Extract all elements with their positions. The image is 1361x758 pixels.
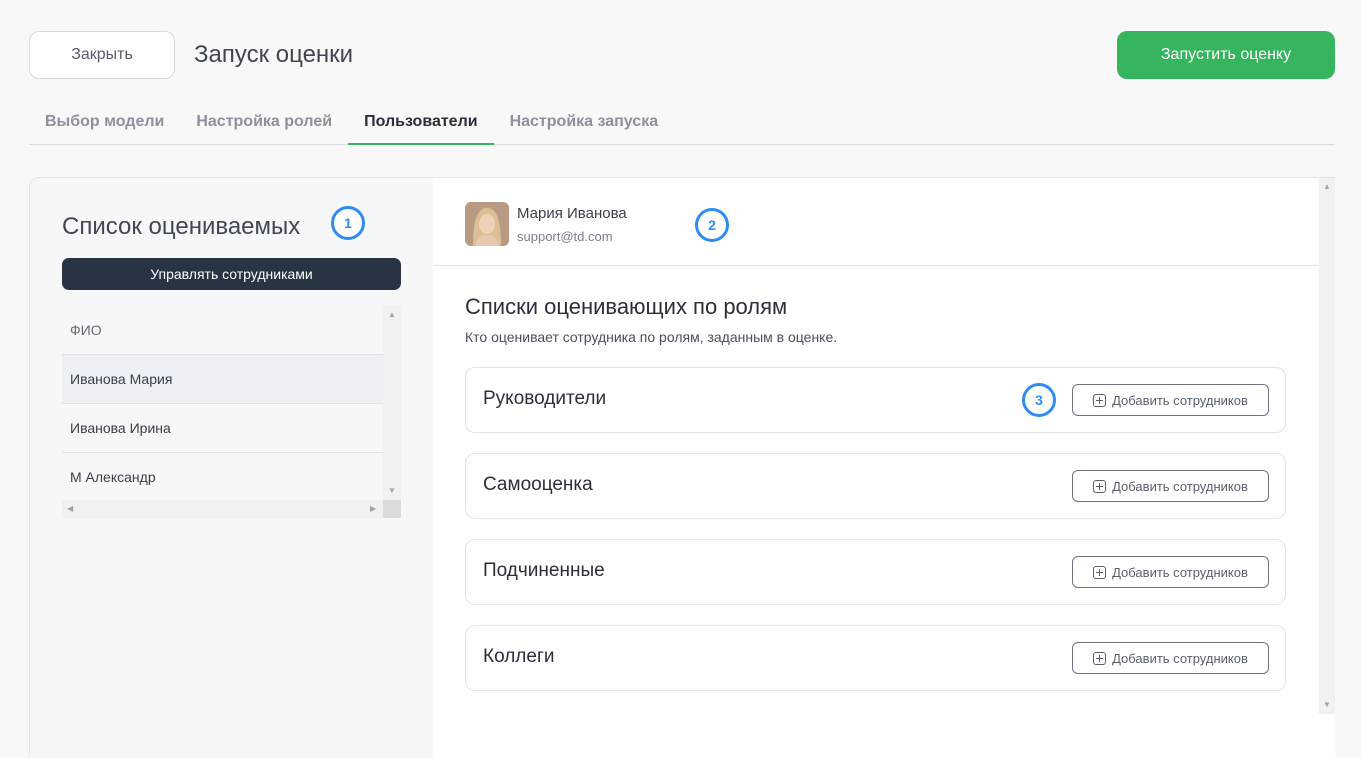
add-employees-label: Добавить сотрудников [1112, 650, 1248, 666]
list-item[interactable]: М Александр [62, 453, 383, 500]
evaluated-list-panel: Список оцениваемых 1 Управлять сотрудник… [29, 177, 433, 758]
add-employees-label: Добавить сотрудников [1112, 564, 1248, 580]
add-employees-label: Добавить сотрудников [1112, 392, 1248, 408]
close-button[interactable]: Закрыть [29, 31, 175, 79]
role-name: Руководители [483, 388, 607, 409]
add-employees-button[interactable]: Добавить сотрудников [1072, 384, 1269, 416]
tab-role-settings[interactable]: Настройка ролей [180, 100, 348, 145]
plus-icon [1093, 479, 1107, 493]
user-email: support@td.com [517, 229, 613, 244]
evaluated-list-title: Список оцениваемых [62, 213, 301, 240]
scroll-down-icon[interactable]: ▼ [388, 486, 396, 496]
column-header-fio: ФИО [62, 306, 383, 355]
plus-icon [1093, 393, 1107, 407]
add-employees-label: Добавить сотрудников [1112, 478, 1248, 494]
evaluated-list: ФИО Иванова Мария Иванова Ирина М Алекса… [62, 306, 401, 518]
tab-launch-settings[interactable]: Настройка запуска [494, 100, 675, 145]
list-item[interactable]: Иванова Мария [62, 355, 383, 404]
role-name: Коллеги [483, 646, 555, 667]
scroll-left-icon[interactable]: ◀ [67, 504, 73, 514]
manage-employees-button[interactable]: Управлять сотрудниками [62, 258, 401, 290]
list-item[interactable]: Иванова Ирина [62, 404, 383, 453]
user-name: Мария Иванова [517, 205, 627, 222]
role-name: Самооценка [483, 474, 593, 495]
scroll-right-icon[interactable]: ▶ [370, 504, 376, 514]
section-subtitle: Кто оценивает сотрудника по ролям, задан… [465, 329, 838, 345]
selected-user-header: Мария Иванова support@td.com 2 [433, 178, 1319, 266]
list-vertical-scrollbar[interactable]: ▲ ▼ [383, 306, 401, 500]
page-title: Запуск оценки [194, 41, 354, 68]
role-card-subordinates: Подчиненные Добавить сотрудников [465, 539, 1286, 605]
evaluators-panel: Мария Иванова support@td.com 2 Списки оц… [433, 177, 1335, 758]
section-title: Списки оценивающих по ролям [465, 294, 788, 319]
step-badge-3: 3 [1022, 383, 1056, 417]
role-card-managers: Руководители 3 Добавить сотрудников [465, 367, 1286, 433]
plus-icon [1093, 565, 1107, 579]
tab-model-selection[interactable]: Выбор модели [29, 100, 180, 145]
add-employees-button[interactable]: Добавить сотрудников [1072, 642, 1269, 674]
scroll-up-icon[interactable]: ▲ [1323, 182, 1331, 192]
role-card-colleagues: Коллеги Добавить сотрудников [465, 625, 1286, 691]
plus-icon [1093, 651, 1107, 665]
avatar [465, 202, 509, 246]
panel-vertical-scrollbar[interactable]: ▲ ▼ [1319, 178, 1335, 714]
role-name: Подчиненные [483, 560, 605, 581]
list-horizontal-scrollbar[interactable]: ◀ ▶ [62, 500, 383, 518]
scrollbar-corner [383, 500, 401, 518]
tab-users[interactable]: Пользователи [348, 100, 494, 145]
add-employees-button[interactable]: Добавить сотрудников [1072, 556, 1269, 588]
scroll-up-icon[interactable]: ▲ [388, 310, 396, 320]
step-badge-2: 2 [695, 208, 729, 242]
launch-assessment-button[interactable]: Запустить оценку [1117, 31, 1335, 79]
scroll-down-icon[interactable]: ▼ [1323, 700, 1331, 710]
role-card-self: Самооценка Добавить сотрудников [465, 453, 1286, 519]
evaluated-list-viewport: ФИО Иванова Мария Иванова Ирина М Алекса… [62, 306, 383, 500]
step-badge-1: 1 [331, 206, 365, 240]
add-employees-button[interactable]: Добавить сотрудников [1072, 470, 1269, 502]
tab-bar: Выбор модели Настройка ролей Пользовател… [29, 100, 1335, 145]
